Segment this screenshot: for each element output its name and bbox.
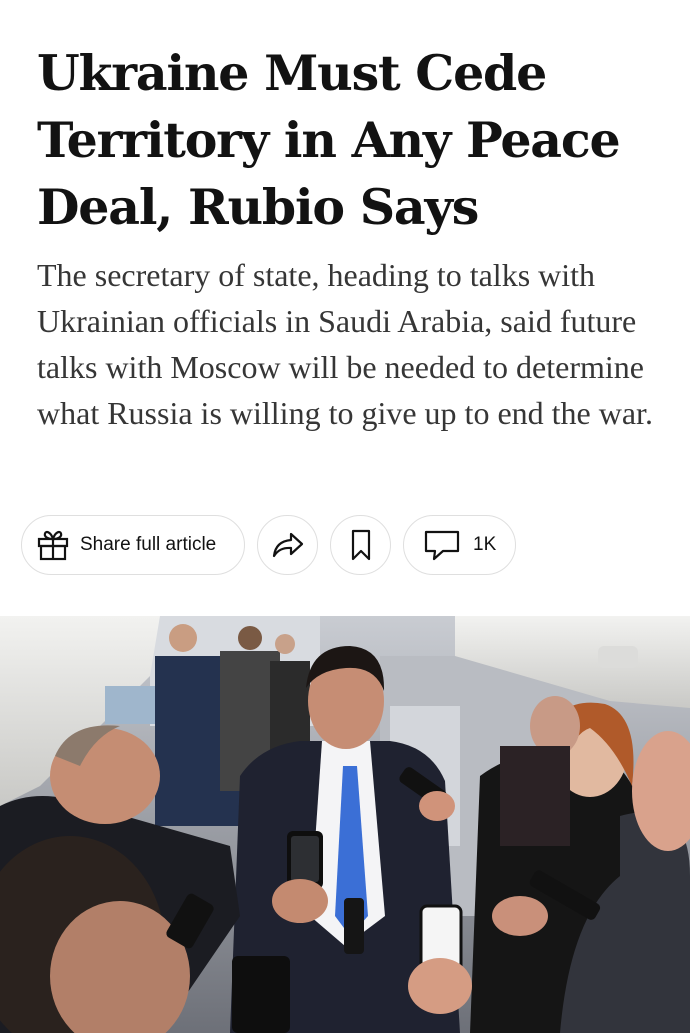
share-full-article-button[interactable]: Share full article bbox=[21, 515, 245, 575]
bookmark-icon bbox=[350, 529, 372, 561]
article-headline: Ukraine Must Cede Territory in Any Peace… bbox=[37, 44, 621, 236]
article-lead-photo bbox=[0, 616, 690, 1033]
comments-button[interactable]: 1K bbox=[403, 515, 516, 575]
article-summary: The secretary of state, heading to talks… bbox=[37, 257, 653, 431]
share-full-article-label: Share full article bbox=[80, 534, 217, 555]
comments-count: 1K bbox=[473, 534, 497, 555]
save-button[interactable] bbox=[330, 515, 391, 575]
gift-icon bbox=[36, 528, 70, 562]
share-button[interactable] bbox=[257, 515, 318, 575]
share-arrow-icon bbox=[271, 531, 305, 559]
comment-bubble-icon bbox=[423, 529, 461, 561]
